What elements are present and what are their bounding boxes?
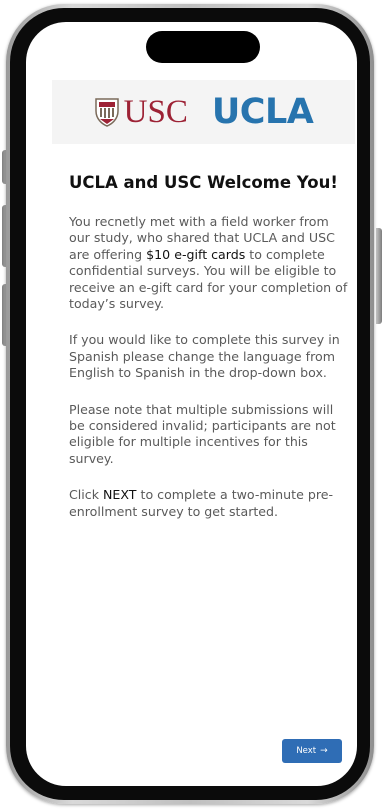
usc-seal-icon [94, 98, 119, 127]
usc-wordmark: USC [123, 93, 188, 130]
next-keyword: NEXT [103, 487, 137, 503]
page-title: UCLA and USC Welcome You! [69, 173, 338, 192]
ucla-wordmark: UCLA [211, 91, 314, 132]
next-instructions-paragraph: Click NEXT to complete a two-minute pre-… [69, 487, 349, 520]
logo-banner: USC UCLA [52, 80, 355, 144]
next-button-label: Next [296, 746, 317, 756]
phone-screen: USC UCLA UCLA and USC Welcome You! You r… [26, 22, 357, 786]
spanish-paragraph: If you would like to complete this surve… [69, 332, 340, 381]
next-button[interactable]: Next → [282, 739, 342, 763]
invalid-submissions-paragraph: Please note that multiple submissions wi… [69, 401, 336, 466]
usc-logo: USC [94, 93, 188, 130]
welcome-content: UCLA and USC Welcome You! You recnetly m… [69, 173, 349, 540]
phone-mockup: USC UCLA UCLA and USC Welcome You! You r… [0, 0, 383, 809]
intro-paragraph: You recnetly met with a field worker fro… [69, 214, 349, 312]
power-button [376, 228, 382, 324]
next-instructions-start: Click [69, 487, 104, 503]
arrow-right-icon: → [320, 746, 328, 756]
dynamic-island [146, 31, 260, 63]
gift-card-highlight: $10 e-gift cards [146, 246, 246, 262]
